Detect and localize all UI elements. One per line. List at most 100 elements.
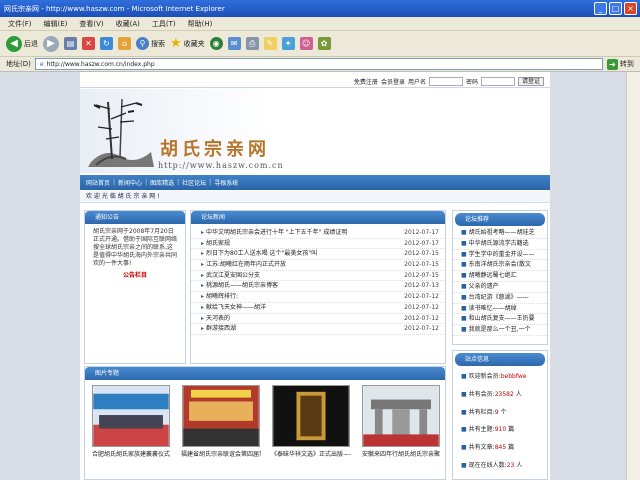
nav-news[interactable]: 新闻中心 <box>118 178 142 187</box>
login-bar: 免费注册 会员登录 用户名 密码 请登证 <box>80 76 550 88</box>
recommend-item[interactable]: ■ 台湾纪游《慈湖》—— <box>453 293 547 304</box>
username-input[interactable] <box>428 77 463 86</box>
address-value: http://www.haszw.com.cn/index.php <box>46 60 155 68</box>
news-item[interactable]: ▸ 中华文明胡氏宗亲会进行十年 "上下五千年" 成绩证明 2012-07-17 <box>191 228 445 239</box>
recommend-item[interactable]: ■ 东南洋胡氏宗亲会(散文 <box>453 260 547 272</box>
news-item[interactable]: ▸ 武汉江夏安国公分支 2012-07-15 <box>191 271 445 282</box>
print-icon[interactable]: ⎙ <box>245 37 259 50</box>
nav-home[interactable]: 网站首页 <box>86 178 110 187</box>
recommend-title: 论坛推荐 <box>455 213 545 226</box>
window-titlebar: 网氏宗亲网 - http://www.haszw.com - Microsoft… <box>0 0 640 17</box>
stats-item: ■ 共有文章:845 篇 <box>461 444 515 452</box>
back-button[interactable]: ◀ 后退 <box>6 35 38 52</box>
menu-help[interactable]: 帮助(H) <box>188 19 213 29</box>
recommend-item[interactable]: ■ 胡曦静远蜀七绝汇 <box>453 271 547 282</box>
media-icon[interactable]: ◉ <box>209 37 223 50</box>
recommend-item[interactable]: ■ 读书唯忆——胡绰 <box>453 304 547 315</box>
news-item[interactable]: ▸ 献给飞天女神——胡洋 2012-07-12 <box>191 303 445 314</box>
ceremony-photo-icon <box>92 385 170 447</box>
nav-gallery[interactable]: 图库精选 <box>150 178 174 187</box>
research-icon[interactable]: ✿ <box>317 37 331 50</box>
photos-panel: 图片专题 合肥胡氏胡氏家族建襄襄仪式 福建省胡氏宗亲联谊会第四届常务理事会 <box>84 366 446 480</box>
notice-title: 通知公告 <box>85 211 185 224</box>
menu-tools[interactable]: 工具(T) <box>152 19 176 29</box>
news-item[interactable]: ▸ 桃源胡氏——胡氏宗亲博客 2012-07-13 <box>191 281 445 293</box>
news-item[interactable]: ▸ 胡曦辉排行: 2012-07-12 <box>191 292 445 303</box>
menu-view[interactable]: 查看(V) <box>79 19 103 29</box>
news-item[interactable]: ▸ 江苏:胡曦红在雨年内正式开放 2012-07-15 <box>191 260 445 271</box>
book-cover-photo-icon <box>272 385 350 447</box>
discuss-icon[interactable]: ✦ <box>281 37 295 50</box>
edit-icon[interactable]: ✎ <box>263 37 277 50</box>
member-login-link[interactable]: 会员登录 <box>381 77 405 86</box>
back-arrow-icon: ◀ <box>6 35 22 52</box>
stop-icon[interactable]: ✕ <box>82 37 95 50</box>
address-bar: 地址(D) e http://www.haszw.com.cn/index.ph… <box>0 57 640 72</box>
news-item[interactable]: ▸ 烈日下为80工人送水喝 这个"最美女孩"叫 2012-07-15 <box>191 249 445 261</box>
news-item[interactable]: ▸ 天河表的 2012-07-12 <box>191 314 445 325</box>
archway-photo-icon <box>362 385 440 447</box>
stats-item: ■ 欢迎新会员:bebbfwe <box>461 373 527 380</box>
back-label: 后退 <box>24 39 38 48</box>
photo-item[interactable]: 福建省胡氏宗亲联谊会第四届常务理事会 <box>181 385 261 461</box>
password-input[interactable] <box>480 77 515 86</box>
address-label: 地址(D) <box>6 60 31 68</box>
messenger-icon[interactable]: ☺ <box>299 37 313 50</box>
news-panel: 论坛新闻 ▸ 中华文明胡氏宗亲会进行十年 "上下五千年" 成绩证明 2012-07-… <box>190 210 446 364</box>
recommend-item[interactable]: ■ 和山胡氏复支——王扔要 <box>453 314 547 326</box>
window-title: 网氏宗亲网 - http://www.haszw.com - Microsoft… <box>4 4 225 13</box>
vertical-scrollbar[interactable] <box>626 72 640 480</box>
search-icon: ⚲ <box>136 37 149 50</box>
photo-item[interactable]: 合肥胡氏胡氏家族建襄襄仪式 <box>91 385 171 461</box>
mail-icon[interactable]: ✉ <box>227 37 241 50</box>
stats-item: ■ 现在在线人数:23 人 <box>461 461 523 469</box>
site-url: http://www.haszw.com.cn <box>158 161 284 170</box>
register-link[interactable]: 免费注册 <box>354 77 378 86</box>
recommend-item[interactable]: ■ 父亲的遗产 <box>453 282 547 293</box>
recommend-item[interactable]: ■ 我就是那么一个丑,一个 <box>453 325 547 336</box>
menu-file[interactable]: 文件(F) <box>8 19 32 29</box>
news-item[interactable]: ▸ 群游接西湖 2012-07-12 <box>191 324 445 335</box>
minimize-button[interactable]: _ <box>594 2 607 15</box>
nav-roots[interactable]: 寻根系统 <box>214 178 238 187</box>
menu-edit[interactable]: 编辑(E) <box>44 19 68 29</box>
login-submit-button[interactable]: 请登证 <box>517 77 544 86</box>
photos-title: 图片专题 <box>85 367 445 380</box>
welcome-marquee: 欢 迎 光 临 胡 氏 宗 亲 网 ! <box>80 191 550 203</box>
menu-bar: 文件(F) 编辑(E) 查看(V) 收藏(A) 工具(T) 帮助(H) <box>0 17 640 31</box>
go-label: 转到 <box>619 60 634 68</box>
recommend-item[interactable]: ■ 胡氏始祖考略——胡珪芝 <box>453 228 547 239</box>
main-nav: 网站首页 | 新闻中心 | 图库精选 | 社区论坛 | 寻根系统 <box>80 175 550 190</box>
news-item[interactable]: ▸ 胡氏家规 2012-07-17 <box>191 239 445 250</box>
home-icon[interactable]: ⌂ <box>118 37 131 50</box>
notice-panel: 通知公告 胡氏宗亲网于2008年7月20日正式开通。借助于国际互联网络搜全球胡氏… <box>84 210 186 364</box>
notice-body: 胡氏宗亲网于2008年7月20日正式开通。借助于国际互联网络搜全球胡氏宗亲之间的… <box>93 228 178 267</box>
maximize-button[interactable]: □ <box>609 2 622 15</box>
stats-title: 站点信息 <box>455 353 545 366</box>
search-label: 搜索 <box>151 39 165 48</box>
notice-signature: 公告栏目 <box>122 272 147 279</box>
refresh-icon[interactable]: ↻ <box>100 37 113 50</box>
web-page: 免费注册 会员登录 用户名 密码 请登证 胡氏宗亲网 http://www.ha… <box>80 72 550 480</box>
close-button[interactable]: × <box>624 2 637 15</box>
recommend-panel: 论坛推荐 ■ 胡氏始祖考略——胡珪芝 ■ 中华胡氏源流学古籍选 ■ 学生学中的重金开设… <box>452 210 548 345</box>
search-button[interactable]: ⚲ 搜索 <box>136 37 165 50</box>
nav-forum[interactable]: 社区论坛 <box>182 178 206 187</box>
stats-item: ■ 共有栏目:9 个 <box>461 408 507 416</box>
ie-page-icon: e <box>39 60 44 68</box>
menu-favorites[interactable]: 收藏(A) <box>116 19 140 29</box>
site-logo: 胡氏宗亲网 <box>160 139 270 160</box>
favorites-label: 收藏夹 <box>183 39 205 48</box>
recommend-item[interactable]: ■ 学生学中的重金开设—— <box>453 250 547 261</box>
address-input[interactable]: e http://www.haszw.com.cn/index.php <box>34 58 603 70</box>
favorites-button[interactable]: ★ 收藏夹 <box>170 36 205 51</box>
forward-arrow-icon[interactable]: ▶ <box>43 35 59 52</box>
star-icon: ★ <box>170 36 182 51</box>
stats-item: ■ 共有会员:23582 人 <box>461 390 522 398</box>
photo-item[interactable]: 安徽来四年行胡氏胡氏宗亲聚 <box>361 385 441 461</box>
stats-panel: 站点信息 ■ 欢迎新会员:bebbfwe ■ 共有会员:23582 人 ■ 共有栏目:… <box>452 350 548 480</box>
photo-item[interactable]: 《泰昧华祥文选》正式出版—— <box>271 385 351 461</box>
page-icon[interactable]: ▤ <box>64 37 77 50</box>
go-button[interactable]: ➜ 转到 <box>606 58 634 70</box>
recommend-item[interactable]: ■ 中华胡氏源流学古籍选 <box>453 239 547 250</box>
